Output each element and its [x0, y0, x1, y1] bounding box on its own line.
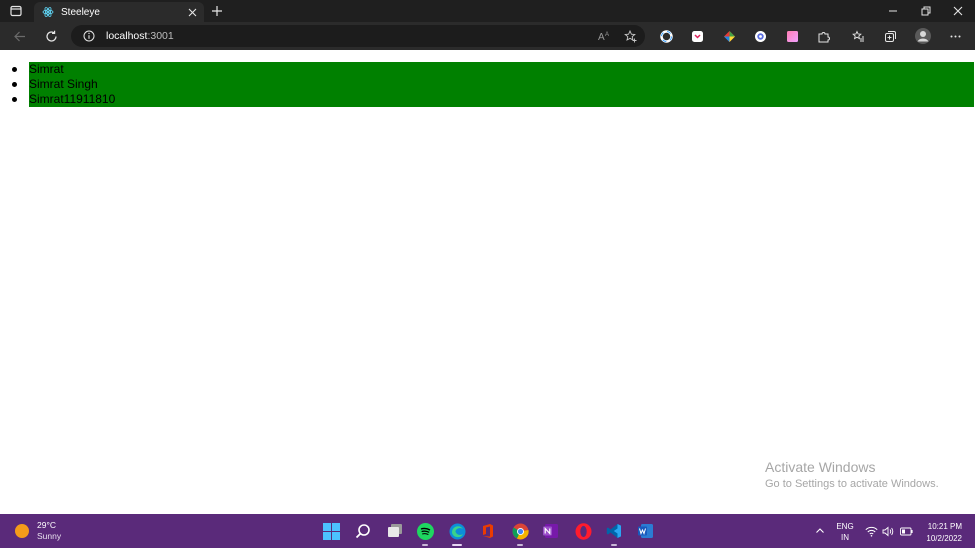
collections-icon[interactable] — [883, 29, 897, 43]
more-options-icon[interactable] — [948, 29, 962, 43]
bullet-icon — [12, 97, 17, 102]
favorites-icon[interactable] — [851, 29, 865, 43]
clock-time: 10:21 PM — [927, 522, 962, 531]
start-windows-icon[interactable] — [321, 521, 341, 541]
weather-condition: Sunny — [37, 531, 62, 541]
browser-tab-strip: Steeleye — [0, 0, 975, 22]
task-view-icon[interactable] — [385, 521, 405, 541]
edge-browser-icon[interactable] — [447, 521, 467, 546]
svg-text:A: A — [598, 32, 605, 42]
minimize-icon[interactable] — [885, 3, 901, 19]
tab-actions-icon[interactable] — [8, 3, 24, 19]
running-indicator — [517, 544, 523, 546]
add-favorite-star-icon[interactable] — [623, 29, 637, 43]
back-arrow-icon[interactable] — [11, 28, 27, 44]
restore-icon[interactable] — [918, 3, 934, 19]
browser-toolbar: localhost:3001 AA — [0, 22, 975, 50]
running-indicator — [422, 544, 428, 546]
chrome-icon[interactable] — [510, 521, 530, 546]
weather-widget[interactable]: 29°C Sunny — [15, 520, 61, 542]
vscode-icon[interactable] — [604, 521, 624, 546]
svg-text:A: A — [605, 32, 609, 38]
windows-taskbar: 29°C Sunny ENG IN 10:21 PM 10/2/2022 — [0, 514, 975, 548]
spotify-icon[interactable] — [415, 521, 435, 546]
list-item: Simrat — [8, 62, 974, 77]
weather-temperature: 29°C — [37, 520, 56, 530]
wifi-icon[interactable] — [863, 521, 879, 541]
address-bar[interactable]: localhost:3001 AA — [71, 25, 645, 47]
list-item: Simrat Singh — [8, 77, 974, 92]
system-clock[interactable]: 10:21 PM 10/2/2022 — [918, 521, 962, 545]
clock-date: 10/2/2022 — [926, 534, 962, 543]
office-icon[interactable] — [478, 521, 498, 541]
profile-avatar[interactable] — [914, 27, 932, 45]
user-list: Simrat Simrat Singh Simrat11911810 — [8, 62, 974, 107]
extension-globe-icon[interactable] — [753, 29, 767, 43]
new-tab-plus-icon[interactable] — [209, 3, 225, 19]
search-icon[interactable] — [353, 521, 373, 541]
tab-steeleye[interactable]: Steeleye — [34, 2, 204, 22]
close-window-icon[interactable] — [950, 3, 966, 19]
bullet-icon — [12, 67, 17, 72]
watermark-title: Activate Windows — [765, 459, 876, 475]
bullet-icon — [12, 82, 17, 87]
sun-icon — [15, 524, 29, 538]
tab-close-icon[interactable] — [184, 4, 200, 20]
list-item-label: Simrat Singh — [29, 77, 974, 92]
extensions-puzzle-icon[interactable] — [816, 29, 830, 43]
extension-ring-icon[interactable] — [659, 29, 673, 43]
react-icon — [42, 6, 54, 18]
word-icon[interactable] — [636, 521, 656, 541]
opera-icon[interactable] — [573, 521, 593, 541]
list-item-label: Simrat11911810 — [29, 92, 974, 107]
extension-pocket-icon[interactable] — [690, 29, 704, 43]
chevron-up-icon[interactable] — [812, 521, 828, 541]
language-region: IN — [841, 533, 849, 542]
onenote-icon[interactable] — [541, 521, 561, 541]
list-item: Simrat11911810 — [8, 92, 974, 107]
activate-windows-watermark: Activate Windows Go to Settings to activ… — [765, 459, 939, 490]
read-aloud-icon[interactable]: AA — [597, 29, 611, 43]
language-code: ENG — [836, 522, 854, 531]
weather-text: 29°C Sunny — [37, 520, 61, 542]
input-language[interactable]: ENG IN — [836, 521, 854, 543]
url-host: localhost — [106, 30, 148, 42]
battery-icon[interactable] — [898, 521, 914, 541]
refresh-icon[interactable] — [43, 28, 59, 44]
url-text: localhost:3001 — [106, 30, 174, 42]
extension-color-picker-icon[interactable] — [722, 29, 736, 43]
list-item-label: Simrat — [29, 62, 974, 77]
tab-title: Steeleye — [61, 6, 100, 18]
extension-gradient-icon[interactable] — [785, 29, 799, 43]
screen: Steeleye localhost:3001 A A Simrat Simra… — [0, 0, 975, 548]
volume-icon[interactable] — [880, 521, 896, 541]
page-content: Simrat Simrat Singh Simrat11911810 Activ… — [0, 50, 975, 514]
site-info-icon[interactable] — [82, 29, 96, 43]
url-port: :3001 — [147, 30, 174, 42]
watermark-subtitle: Go to Settings to activate Windows. — [765, 478, 939, 490]
active-indicator — [452, 544, 462, 546]
running-indicator — [611, 544, 617, 546]
